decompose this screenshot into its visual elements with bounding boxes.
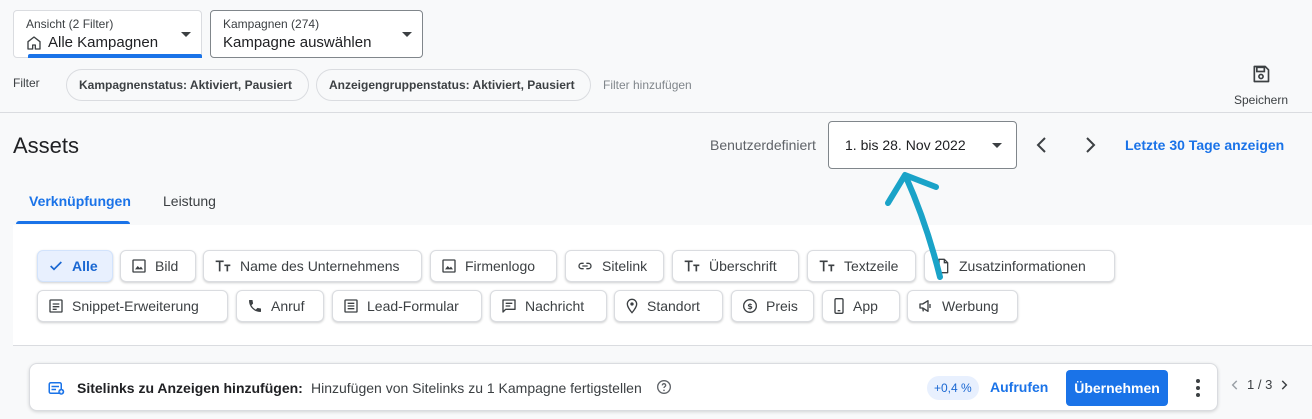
view-selector-value: Alle Kampagnen — [48, 34, 159, 51]
asset-type-label: App — [853, 298, 878, 314]
save-icon — [1251, 64, 1271, 84]
asset-type-label: Snippet-Erweiterung — [72, 298, 199, 314]
campaign-selector-value: Kampagne auswählen — [223, 34, 372, 51]
recommendation-title: Sitelinks zu Anzeigen hinzufügen: — [77, 380, 303, 396]
add-filter-link[interactable]: Filter hinzufügen — [603, 78, 692, 92]
asset-type-price[interactable]: $ Preis — [731, 290, 814, 322]
dollar-icon: $ — [742, 298, 758, 314]
image-icon — [441, 258, 457, 274]
recommendation-card: Sitelinks zu Anzeigen hinzufügen: Hinzuf… — [29, 363, 1218, 411]
asset-type-panel — [13, 225, 1312, 346]
tab-performance[interactable]: Leistung — [163, 193, 216, 209]
view-selector-underline — [28, 54, 202, 58]
chevron-left-icon[interactable] — [1228, 378, 1242, 392]
annotation-arrow — [870, 165, 960, 285]
message-icon — [501, 298, 517, 314]
save-label: Speichern — [1233, 93, 1289, 107]
uplift-badge: +0,4 % — [927, 376, 979, 400]
asset-type-label: Preis — [766, 298, 798, 314]
asset-type-structured-snippet[interactable]: Snippet-Erweiterung — [37, 290, 228, 322]
asset-type-label: Anruf — [271, 298, 305, 314]
help-icon[interactable] — [656, 379, 672, 395]
asset-type-message[interactable]: Nachricht — [490, 290, 607, 322]
text-format-icon — [683, 258, 701, 274]
text-format-icon — [818, 258, 836, 274]
asset-type-label: Nachricht — [525, 298, 585, 314]
asset-type-all[interactable]: Alle — [37, 250, 113, 282]
view-selector-label: Ansicht (2 Filter) — [26, 17, 114, 31]
asset-type-headline[interactable]: Überschrift — [672, 250, 799, 282]
view-recommendation-link[interactable]: Aufrufen — [990, 379, 1048, 395]
more-vert-icon[interactable] — [1186, 376, 1210, 400]
asset-type-label: Werbung — [942, 298, 999, 314]
asset-type-label: Bild — [155, 258, 179, 274]
asset-type-label: Alle — [72, 258, 98, 274]
asset-type-label: Sitelink — [602, 258, 648, 274]
save-button[interactable]: Speichern — [1226, 64, 1296, 110]
asset-type-label: Firmenlogo — [465, 258, 536, 274]
apply-recommendation-button[interactable]: Übernehmen — [1066, 370, 1168, 406]
asset-type-label: Name des Unternehmens — [240, 258, 400, 274]
divider — [0, 112, 1312, 113]
asset-type-location[interactable]: Standort — [614, 290, 723, 322]
asset-type-lead-form[interactable]: Lead-Formular — [332, 290, 482, 322]
link-icon — [576, 258, 594, 274]
chevron-left-icon — [1036, 137, 1046, 153]
asset-type-app[interactable]: App — [822, 290, 900, 322]
phone-device-icon — [833, 298, 845, 314]
chevron-right-icon — [1086, 137, 1096, 153]
date-range-selector[interactable]: 1. bis 28. Nov 2022 — [828, 121, 1017, 169]
asset-type-sitelink[interactable]: Sitelink — [565, 250, 664, 282]
asset-type-label: Standort — [647, 298, 700, 314]
text-format-icon — [214, 258, 232, 274]
recommendation-pager: 1 / 3 — [1228, 377, 1291, 392]
date-range-value: 1. bis 28. Nov 2022 — [845, 137, 966, 153]
chevron-right-icon[interactable] — [1277, 378, 1291, 392]
view-selector[interactable]: Ansicht (2 Filter) Alle Kampagnen — [13, 10, 202, 58]
asset-type-promotion[interactable]: Werbung — [907, 290, 1018, 322]
chevron-down-icon — [402, 32, 412, 37]
active-tab-indicator — [16, 221, 130, 224]
location-icon — [625, 298, 639, 314]
asset-type-label: Überschrift — [709, 258, 777, 274]
sitelink-recommendation-icon — [47, 379, 65, 397]
check-icon — [48, 258, 64, 274]
asset-type-image[interactable]: Bild — [120, 250, 196, 282]
next-period-button[interactable] — [1078, 133, 1102, 157]
pager-text: 1 / 3 — [1247, 377, 1273, 392]
chevron-down-icon — [181, 32, 191, 37]
asset-type-business-name[interactable]: Name des Unternehmens — [203, 250, 422, 282]
filter-chip-adgroup-status[interactable]: Anzeigengruppenstatus: Aktiviert, Pausie… — [316, 69, 591, 101]
date-range-type-label: Benutzerdefiniert — [710, 137, 816, 153]
home-icon — [26, 35, 42, 51]
list-icon — [48, 298, 64, 314]
asset-type-label: Zusatzinformationen — [959, 258, 1086, 274]
campaign-selector[interactable]: Kampagnen (274) Kampagne auswählen — [210, 10, 423, 58]
last-30-days-link[interactable]: Letzte 30 Tage anzeigen — [1125, 137, 1284, 153]
chevron-down-icon — [992, 143, 1002, 148]
image-icon — [131, 258, 147, 274]
megaphone-icon — [918, 298, 934, 314]
tab-links[interactable]: Verknüpfungen — [29, 193, 131, 209]
form-icon — [343, 298, 359, 314]
asset-type-logo[interactable]: Firmenlogo — [430, 250, 557, 282]
filter-label: Filter — [13, 76, 40, 90]
asset-type-call[interactable]: Anruf — [236, 290, 324, 322]
svg-text:$: $ — [747, 302, 753, 311]
recommendation-description: Hinzufügen von Sitelinks zu 1 Kampagne f… — [311, 380, 642, 396]
filter-chip-campaign-status[interactable]: Kampagnenstatus: Aktiviert, Pausiert — [66, 69, 309, 101]
page-title: Assets — [13, 133, 80, 158]
asset-type-label: Lead-Formular — [367, 298, 459, 314]
campaign-selector-label: Kampagnen (274) — [223, 17, 320, 31]
phone-icon — [247, 298, 263, 314]
previous-period-button[interactable] — [1030, 133, 1054, 157]
